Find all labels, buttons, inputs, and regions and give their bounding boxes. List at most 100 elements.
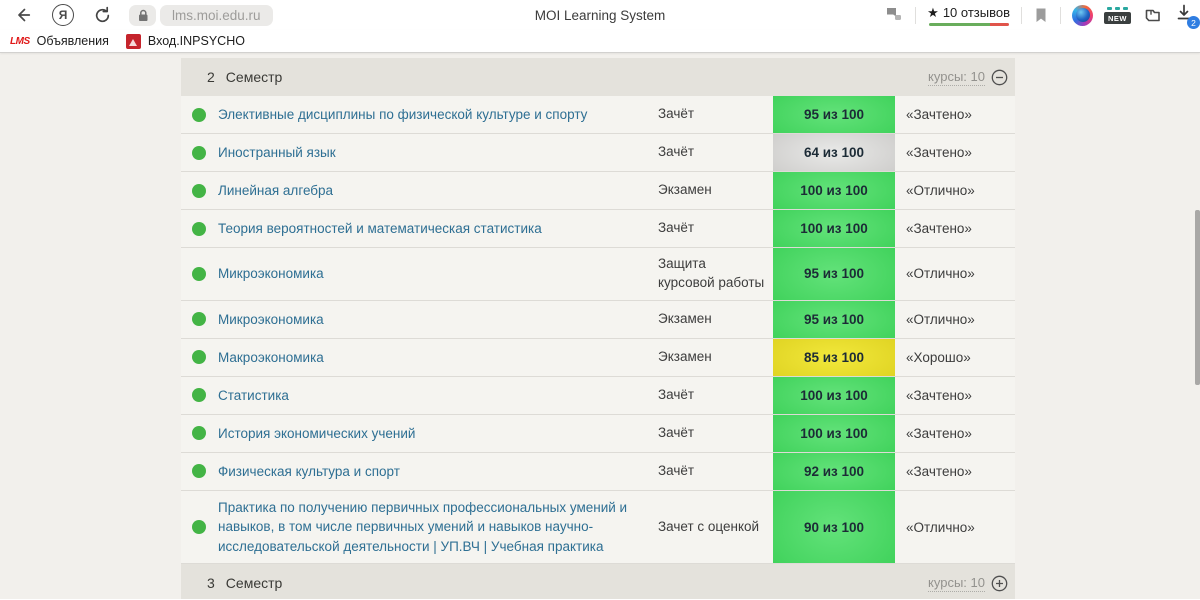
status-dot-cell xyxy=(181,377,218,414)
protect-panel-icon xyxy=(887,8,902,20)
completed-dot-icon xyxy=(192,107,206,122)
completed-dot-icon xyxy=(192,520,206,535)
completed-dot-icon xyxy=(192,266,206,281)
tab-groups-button[interactable] xyxy=(1142,6,1163,25)
control-type: Зачёт xyxy=(658,424,695,440)
course-link[interactable]: Статистика xyxy=(218,386,289,406)
score-cell: 100 из 100 xyxy=(773,414,895,452)
grade-value: «Зачтено» xyxy=(906,221,972,236)
back-arrow-icon xyxy=(18,8,31,22)
semester-number: 2 xyxy=(207,69,215,85)
course-link[interactable]: Микроэкономика xyxy=(218,264,324,284)
control-type: Зачёт xyxy=(658,144,695,160)
course-name-cell: Физическая культура и спорт xyxy=(218,453,658,490)
course-link[interactable]: Иностранный язык xyxy=(218,143,336,163)
course-name-cell: Статистика xyxy=(218,377,658,414)
course-link[interactable]: Практика по получению первичных професси… xyxy=(218,498,644,557)
star-icon: ★ xyxy=(927,4,939,20)
control-type-cell: Зачёт xyxy=(658,377,773,414)
yandex-browser-button[interactable]: Я xyxy=(52,4,74,26)
completed-dot-icon xyxy=(192,388,206,403)
grade-value: «Отлично» xyxy=(906,183,975,198)
scrollbar-thumb[interactable] xyxy=(1195,210,1200,385)
table-row: Практика по получению первичных професси… xyxy=(181,490,1015,565)
bookmark-button[interactable] xyxy=(1033,7,1049,24)
grade-value: «Зачтено» xyxy=(906,425,972,441)
downloads-count-badge: 2 xyxy=(1187,16,1200,29)
lms-favicon: LMS xyxy=(10,35,30,47)
browser-toolbar: Я lms.moi.edu.ru MOI Learning System ★ 1… xyxy=(0,0,1200,30)
grade-cell: «Зачтено» xyxy=(895,415,1015,452)
toolbar-divider xyxy=(915,6,917,24)
control-type: Зачёт xyxy=(658,462,695,478)
status-dot-cell xyxy=(181,134,218,171)
table-row: История экономических учений Зачёт 100 и… xyxy=(181,414,1015,453)
bookmark-announcements[interactable]: LMS Объявления xyxy=(0,34,109,48)
score-cell: 95 из 100 xyxy=(773,96,895,133)
score-cell: 100 из 100 xyxy=(773,172,895,209)
downloads-button[interactable]: 2 xyxy=(1174,3,1200,29)
score-value: 64 из 100 xyxy=(803,145,865,160)
course-link[interactable]: Элективные дисциплины по физической куль… xyxy=(218,105,587,125)
site-security-badge[interactable] xyxy=(129,4,156,26)
grade-value: «Зачтено» xyxy=(906,463,972,479)
grade-cell: «Зачтено» xyxy=(895,453,1015,490)
completed-dot-icon xyxy=(192,183,206,198)
browser-extension-button[interactable] xyxy=(1072,4,1093,26)
expand-plus-icon[interactable] xyxy=(991,575,1008,592)
status-dot-cell xyxy=(181,301,218,338)
yandex-ya-icon: Я xyxy=(58,8,68,22)
semester-2-header: 2 Семестр курсы: 10 xyxy=(181,58,1015,96)
course-link[interactable]: Теория вероятностей и математическая ста… xyxy=(218,219,542,239)
control-type-cell: Зачет с оценкой xyxy=(658,491,773,564)
completed-dot-icon xyxy=(192,221,206,236)
course-link[interactable]: Физическая культура и спорт xyxy=(218,462,400,482)
control-type-cell: Экзамен xyxy=(658,339,773,376)
semester-label: Семестр xyxy=(225,575,283,592)
course-link[interactable]: История экономических учений xyxy=(218,424,415,444)
bookmark-inpsycho[interactable]: Вход.INPSYCHO xyxy=(109,33,245,49)
grade-cell: «Зачтено» xyxy=(895,96,1015,133)
status-dot-cell xyxy=(181,172,218,209)
grade-cell: «Отлично» xyxy=(895,491,1015,564)
course-link[interactable]: Линейная алгебра xyxy=(218,181,333,201)
control-type: Защита курсовой работы xyxy=(658,256,765,290)
score-value: 90 из 100 xyxy=(803,519,865,535)
score-value: 85 из 100 xyxy=(803,349,865,365)
refresh-button[interactable] xyxy=(90,6,114,25)
address-bar[interactable]: lms.moi.edu.ru xyxy=(160,4,273,26)
completed-dot-icon xyxy=(192,426,206,441)
control-type-cell: Зачёт xyxy=(658,210,773,247)
protect-panel-button[interactable] xyxy=(884,6,904,24)
course-name-cell: Микроэкономика xyxy=(218,301,658,338)
course-link[interactable]: Макроэкономика xyxy=(218,348,324,368)
control-type: Зачет с оценкой xyxy=(658,518,760,534)
course-name-cell: Теория вероятностей и математическая ста… xyxy=(218,210,658,247)
score-value: 100 из 100 xyxy=(800,425,868,441)
course-name-cell: Макроэкономика xyxy=(218,339,658,376)
course-name-cell: История экономических учений xyxy=(218,415,658,452)
completed-dot-icon xyxy=(192,312,206,327)
course-rows: Элективные дисциплины по физической куль… xyxy=(181,96,1015,565)
score-cell: 85 из 100 xyxy=(773,338,895,376)
courses-count-link[interactable]: курсы: 10 xyxy=(928,575,985,592)
site-reviews-button[interactable]: ★ 10 отзывов xyxy=(927,5,1010,26)
whats-new-button[interactable]: NEW xyxy=(1104,6,1131,24)
course-link[interactable]: Микроэкономика xyxy=(218,310,324,330)
grade-cell: «Отлично» xyxy=(895,301,1015,338)
semester-3-header: 3 Семестр курсы: 10 xyxy=(181,564,1015,599)
status-dot-cell xyxy=(181,248,218,300)
collapse-minus-icon[interactable] xyxy=(991,69,1008,86)
grade-value: «Хорошо» xyxy=(906,349,971,365)
table-row: Микроэкономика Экзамен 95 из 100 «Отличн… xyxy=(181,300,1015,339)
courses-count-link[interactable]: курсы: 10 xyxy=(928,69,985,86)
grade-value: «Отлично» xyxy=(906,311,975,327)
score-cell: 92 из 100 xyxy=(773,452,895,490)
control-type-cell: Зачёт xyxy=(658,96,773,133)
back-button[interactable] xyxy=(9,5,35,25)
completed-dot-icon xyxy=(192,350,206,365)
course-name-cell: Практика по получению первичных професси… xyxy=(218,491,658,564)
inpsycho-favicon xyxy=(125,33,141,49)
status-dot-cell xyxy=(181,453,218,490)
completed-dot-icon xyxy=(192,464,206,479)
